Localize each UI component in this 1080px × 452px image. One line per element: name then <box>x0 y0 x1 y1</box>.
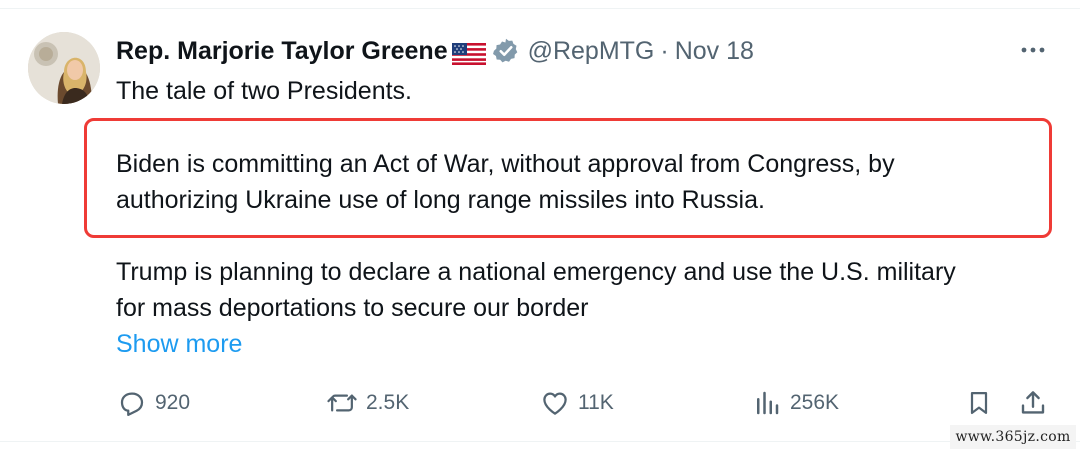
avatar[interactable] <box>28 32 100 104</box>
top-divider <box>0 8 1080 9</box>
display-name[interactable]: Rep. Marjorie Taylor Greene <box>116 34 448 68</box>
highlighted-text-line: Biden is committing an Act of War, witho… <box>116 150 895 178</box>
tweet-header: Rep. Marjorie Taylor Greene @RepMTG · No… <box>116 34 754 68</box>
repost-count: 2.5K <box>366 391 410 414</box>
highlighted-text-line: authorizing Ukraine use of long range mi… <box>116 186 765 214</box>
like-icon <box>543 392 567 415</box>
tweet-text-line: for mass deportations to secure our bord… <box>116 294 589 322</box>
views-icon <box>757 391 779 415</box>
tweet-paragraph: Trump is planning to declare a national … <box>116 254 956 326</box>
tweet-text-line: The tale of two Presidents. <box>116 77 412 105</box>
author-handle[interactable]: @RepMTG <box>528 34 655 68</box>
action-bar: 920 2.5K 11K 256K <box>0 380 1080 426</box>
highlighted-text: Biden is committing an Act of War, witho… <box>116 146 895 218</box>
reply-icon <box>120 392 144 416</box>
tweet-text-line: Trump is planning to declare a national … <box>116 258 956 286</box>
show-more-link[interactable]: Show more <box>116 326 242 362</box>
share-icon <box>1021 391 1045 414</box>
reply-button[interactable]: 920 <box>117 380 190 426</box>
watermark: www.365jz.com <box>950 425 1076 449</box>
separator-dot: · <box>660 37 669 65</box>
more-options-icon[interactable] <box>1018 38 1048 62</box>
share-button[interactable] <box>1018 380 1056 426</box>
views-count: 256K <box>790 391 840 414</box>
us-flag-icon <box>451 40 486 65</box>
bookmark-button[interactable] <box>965 380 1001 426</box>
bottom-divider <box>0 441 1080 442</box>
views-button[interactable]: 256K <box>752 380 839 426</box>
reply-count: 920 <box>155 391 191 414</box>
tweet-card: Rep. Marjorie Taylor Greene @RepMTG · No… <box>0 0 1080 452</box>
bookmark-icon <box>970 391 988 415</box>
repost-button[interactable]: 2.5K <box>326 380 409 426</box>
tweet-date[interactable]: Nov 18 <box>675 34 754 68</box>
like-button[interactable]: 11K <box>540 380 614 426</box>
repost-icon <box>327 394 357 412</box>
like-count: 11K <box>578 391 614 414</box>
verified-badge-icon <box>492 37 520 65</box>
